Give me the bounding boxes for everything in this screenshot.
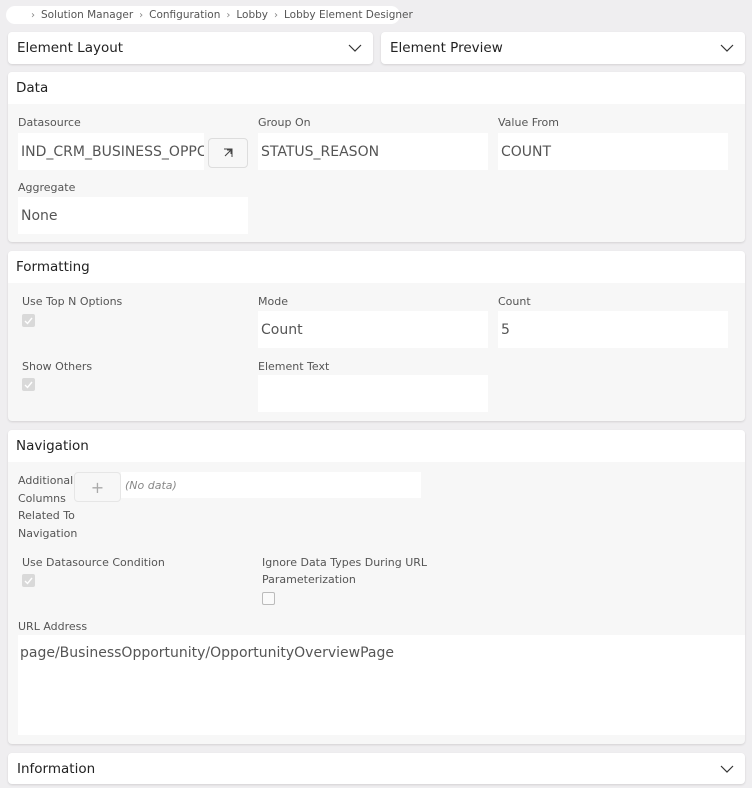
use-top-n-checkbox[interactable]: [22, 314, 35, 327]
group-on-label: Group On: [258, 116, 311, 129]
navigation-panel-header: Navigation: [8, 430, 745, 462]
chevron-right-icon: ›: [274, 9, 278, 21]
checkmark-icon: [24, 577, 33, 585]
element-text-label: Element Text: [258, 360, 330, 373]
url-address-textarea[interactable]: page/BusinessOpportunity/OpportunityOver…: [18, 635, 745, 735]
checkmark-icon: [24, 317, 33, 325]
no-data-text: (No data): [125, 478, 177, 492]
chevron-down-icon[interactable]: [347, 40, 363, 56]
breadcrumb-item[interactable]: Lobby: [236, 9, 268, 21]
information-panel[interactable]: Information: [8, 753, 745, 784]
breadcrumb-item: Lobby Element Designer: [284, 9, 413, 21]
data-panel: Data Datasource IND_CRM_BUSINESS_OPPC Gr…: [8, 72, 745, 242]
datasource-label: Datasource: [18, 116, 81, 129]
show-others-label: Show Others: [22, 360, 93, 373]
label-line: Columns: [18, 491, 66, 505]
element-layout-title: Element Layout: [17, 40, 124, 56]
ignore-data-types-checkbox[interactable]: [262, 592, 275, 605]
information-title: Information: [17, 760, 96, 777]
value-from-input[interactable]: COUNT: [498, 133, 728, 170]
label-line: Additional: [18, 474, 74, 487]
mode-input[interactable]: Count: [258, 311, 488, 348]
chevron-down-icon[interactable]: [719, 40, 735, 56]
count-label: Count: [498, 295, 531, 308]
data-panel-header: Data: [8, 72, 745, 104]
breadcrumb: › Solution Manager › Configuration › Lob…: [6, 6, 413, 24]
breadcrumb-item[interactable]: Solution Manager: [41, 9, 133, 21]
checkmark-icon: [24, 381, 33, 389]
navigation-panel: Navigation Additional Columns Related To…: [8, 430, 745, 744]
open-datasource-button[interactable]: [208, 138, 248, 168]
value-from-label: Value From: [498, 116, 559, 129]
label-line: Related To: [18, 509, 75, 522]
chevron-down-icon[interactable]: [719, 761, 735, 777]
use-datasource-condition-label: Use Datasource Condition: [22, 556, 165, 569]
additional-columns-label: Additional Columns Related To Navigation: [18, 472, 77, 542]
chevron-right-icon: ›: [226, 9, 231, 21]
element-text-input[interactable]: [258, 375, 488, 412]
aggregate-input[interactable]: None: [18, 197, 248, 234]
group-on-input[interactable]: STATUS_REASON: [258, 133, 488, 170]
use-datasource-condition-checkbox[interactable]: [22, 574, 35, 587]
chevron-right-icon: ›: [139, 9, 144, 21]
ignore-data-types-label: Ignore Data Types During URL Parameteriz…: [262, 554, 427, 588]
url-address-label: URL Address: [18, 620, 88, 633]
formatting-panel-header: Formatting: [8, 251, 745, 283]
open-link-icon: [224, 148, 233, 157]
datasource-input[interactable]: IND_CRM_BUSINESS_OPPC: [18, 133, 204, 170]
add-column-button[interactable]: +: [74, 472, 121, 502]
show-others-checkbox[interactable]: [22, 378, 35, 391]
element-preview-panel[interactable]: Element Preview: [381, 32, 745, 64]
mode-label: Mode: [258, 295, 288, 308]
breadcrumb-item[interactable]: Configuration: [149, 9, 220, 21]
use-top-n-label: Use Top N Options: [22, 295, 123, 308]
label-line: Navigation: [18, 526, 78, 540]
aggregate-label: Aggregate: [18, 181, 76, 194]
element-layout-panel[interactable]: Element Layout: [8, 32, 373, 64]
element-preview-title: Element Preview: [390, 40, 503, 56]
label-line: Ignore Data Types During URL: [262, 556, 428, 569]
formatting-panel: Formatting Use Top N Options Mode Count …: [8, 251, 745, 421]
plus-icon: +: [90, 477, 105, 497]
chevron-right-icon: ›: [31, 9, 35, 21]
additional-columns-list[interactable]: (No data): [121, 472, 421, 498]
count-input[interactable]: 5: [498, 311, 728, 348]
label-line: Parameterization: [262, 573, 356, 586]
